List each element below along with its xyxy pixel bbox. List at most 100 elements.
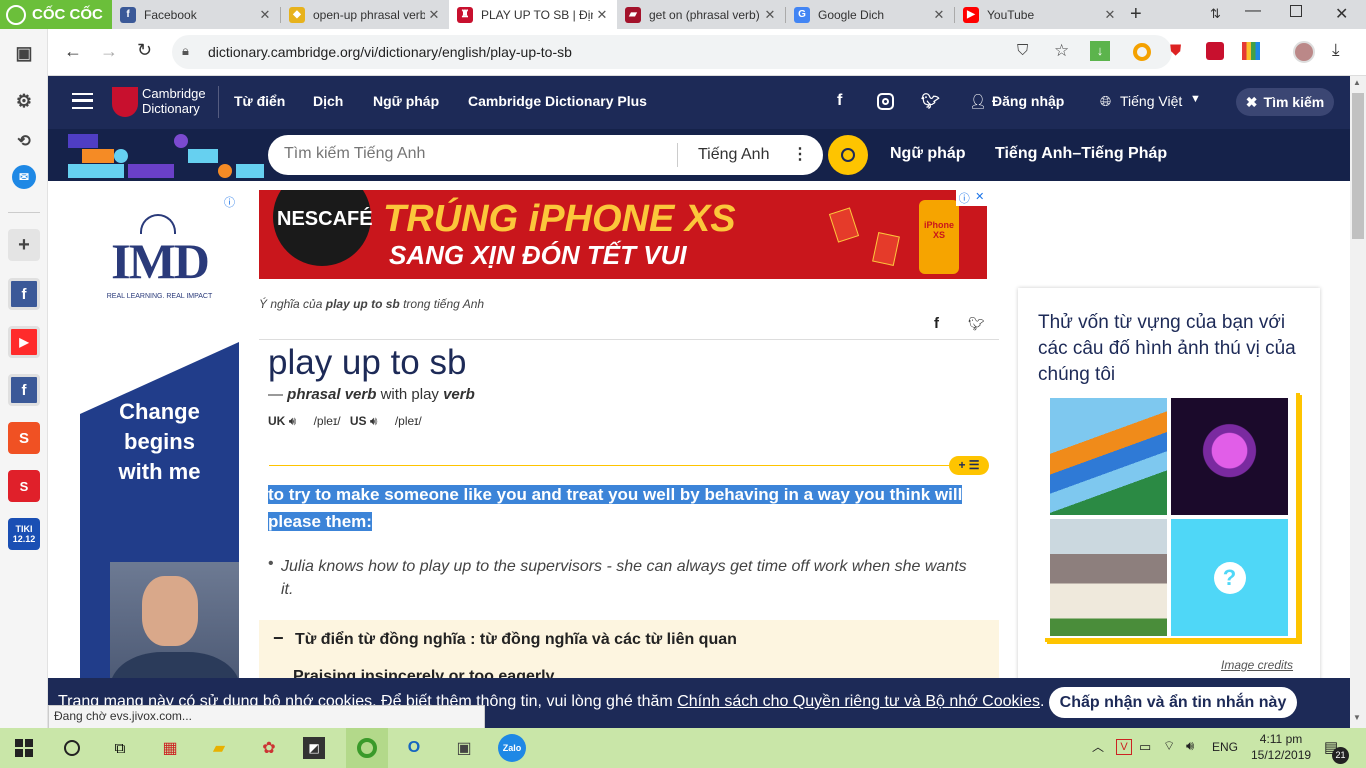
back-icon[interactable]: ←	[64, 41, 82, 62]
volume-icon[interactable]: 🔊︎	[1186, 738, 1194, 754]
close-tab-icon[interactable]: ✕	[1101, 7, 1119, 23]
file-explorer-icon[interactable]: ▰	[205, 734, 233, 762]
battery-icon[interactable]: ▭	[1139, 739, 1151, 755]
cookie-policy-link[interactable]: Chính sách cho Quyền riêng tư và Bộ nhớ …	[677, 693, 1040, 710]
download-icon[interactable]: ⤓	[1332, 40, 1340, 60]
scroll-up-icon[interactable]: ▲	[1353, 78, 1361, 87]
login-link[interactable]: Đăng nhập	[992, 93, 1064, 109]
search-toggle-button[interactable]: ✖ Tìm kiếm	[1236, 88, 1334, 116]
tiki-icon[interactable]: TIKI 12.12	[8, 518, 40, 550]
windows-start-icon[interactable]	[10, 734, 38, 762]
extension-color-icon[interactable]	[1242, 42, 1260, 60]
search-language-select[interactable]: Tiếng Anh	[698, 146, 769, 164]
scroll-thumb[interactable]	[1352, 93, 1364, 239]
close-tab-icon[interactable]: ✕	[761, 7, 779, 23]
forward-icon[interactable]: →	[100, 41, 118, 62]
download-video-icon[interactable]: ↓	[1090, 41, 1110, 61]
search-icon[interactable]	[58, 734, 86, 762]
quiz-image-playhouse[interactable]	[1050, 519, 1167, 636]
quick-link-english-french[interactable]: Tiếng Anh–Tiếng Pháp	[995, 145, 1167, 163]
facebook-shortcut-icon[interactable]: f	[8, 374, 40, 406]
youtube-shortcut-icon[interactable]: ▶	[8, 326, 40, 358]
quiz-image-mystery[interactable]: ?	[1171, 519, 1288, 636]
network-icon[interactable]: ⌔	[1163, 738, 1175, 754]
coccoc-menu-button[interactable]: CỐC CỐC	[0, 0, 112, 29]
maximize-icon[interactable]	[1290, 5, 1302, 17]
top-ad-banner[interactable]: NESCAFÉ TRÚNG iPHONE XS SANG XỊN ĐÓN TẾT…	[259, 190, 987, 279]
zalo-icon[interactable]: Zalo	[498, 734, 526, 762]
coccoc-taskbar-icon[interactable]	[346, 728, 388, 768]
twitter-icon[interactable]: 🐦︎	[921, 92, 940, 110]
quiz-image-waterslide[interactable]	[1050, 398, 1167, 515]
outlook-icon[interactable]: O	[400, 734, 428, 762]
thesaurus-title[interactable]: Từ điển từ đồng nghĩa : từ đồng nghĩa và…	[295, 631, 737, 649]
nav-grammar[interactable]: Ngữ pháp	[373, 93, 439, 109]
page-scrollbar[interactable]: ▲ ▼	[1350, 76, 1366, 738]
extension-red-icon[interactable]	[1206, 42, 1224, 60]
messenger-icon[interactable]: ✉	[12, 165, 36, 189]
close-window-icon[interactable]: ✕	[1335, 4, 1348, 24]
nav-translate[interactable]: Dịch	[313, 93, 343, 109]
shopee-icon[interactable]: S	[8, 422, 40, 454]
tab-google-dich[interactable]: G Google Dich ✕	[786, 0, 954, 29]
settings-icon[interactable]: ⚙	[8, 85, 40, 117]
quiz-image-ferris-wheel[interactable]	[1171, 398, 1288, 515]
tab-open-up[interactable]: ◆ open-up phrasal verb ✕	[281, 0, 449, 29]
ad-choices[interactable]: ⓘ ✕	[956, 190, 987, 206]
more-options-icon[interactable]: ⋮	[792, 144, 808, 164]
image-credits-link[interactable]: Image credits	[1221, 658, 1293, 672]
nav-plus[interactable]: Cambridge Dictionary Plus	[468, 93, 647, 109]
quick-link-grammar[interactable]: Ngữ pháp	[890, 145, 966, 163]
app-gear-icon[interactable]: ▣	[450, 734, 478, 762]
close-tab-icon[interactable]: ✕	[256, 7, 274, 23]
tab-play-up-to-sb[interactable]: ♜ PLAY UP TO SB | Định ✕	[449, 0, 617, 29]
ad-info-icon[interactable]: ⓘ	[959, 190, 970, 206]
add-to-wordlist-button[interactable]: + ☰	[949, 456, 989, 475]
instagram-icon[interactable]	[877, 93, 894, 110]
ad-close-icon[interactable]: ✕	[975, 190, 984, 206]
coccoc-extension-icon[interactable]	[1133, 43, 1151, 61]
bookmark-star-icon[interactable]: ☆	[1054, 41, 1069, 61]
accept-cookies-button[interactable]: Chấp nhận và ẩn tin nhắn này	[1049, 687, 1297, 718]
hamburger-menu-icon[interactable]	[72, 93, 93, 109]
ad-info-icon[interactable]: ⓘ	[224, 194, 235, 210]
tab-get-on[interactable]: ▰ get on (phrasal verb) ✕	[617, 0, 785, 29]
clock[interactable]: 4:11 pm 15/12/2019	[1251, 731, 1311, 763]
share-facebook-icon[interactable]: f	[934, 315, 939, 332]
sidebar-toggle-icon[interactable]: ▣	[8, 37, 40, 69]
tray-chevron-icon[interactable]: ︿	[1092, 738, 1104, 755]
search-input[interactable]	[284, 145, 664, 163]
app-presentation-icon[interactable]: ▦	[156, 734, 184, 762]
minimize-icon[interactable]: —	[1245, 2, 1261, 20]
close-tab-icon[interactable]: ✕	[425, 7, 443, 23]
tab-facebook[interactable]: f Facebook ✕	[112, 0, 280, 29]
facebook-shortcut-icon[interactable]: f	[8, 278, 40, 310]
speaker-uk-icon[interactable]: 🔊︎	[289, 414, 297, 428]
shield-icon[interactable]: ⛉	[1017, 42, 1028, 59]
site-logo[interactable]: Cambridge Dictionary	[142, 86, 206, 116]
reload-icon[interactable]: ↻	[137, 40, 152, 61]
speaker-us-icon[interactable]: 🔊︎	[370, 414, 378, 428]
add-shortcut-icon[interactable]: +	[8, 229, 40, 261]
chevron-down-icon[interactable]: ▼	[1190, 93, 1201, 105]
search-submit-button[interactable]	[828, 135, 868, 175]
adblock-icon[interactable]: ⛊	[1170, 42, 1181, 59]
share-twitter-icon[interactable]: 🐦︎	[968, 316, 985, 332]
unikey-icon[interactable]: V	[1116, 739, 1132, 755]
sendo-icon[interactable]: S	[8, 470, 40, 502]
new-tab-icon[interactable]: +	[1130, 3, 1142, 26]
tab-search-icon[interactable]: ⇅	[1210, 6, 1221, 22]
task-view-icon[interactable]: ⧉	[106, 734, 134, 762]
collapse-icon[interactable]: −	[273, 628, 284, 649]
image-quiz-card[interactable]: Thử vốn từ vựng của bạn với các câu đố h…	[1018, 288, 1320, 738]
close-tab-icon[interactable]: ✕	[593, 7, 611, 23]
left-ad-imd[interactable]: ⓘ IMD REAL LEARNING. REAL IMPACT Change …	[80, 192, 239, 738]
language-selector[interactable]: Tiếng Việt	[1120, 93, 1182, 109]
input-language[interactable]: ENG	[1212, 740, 1238, 754]
app-dark-icon[interactable]: ◩	[303, 737, 325, 759]
tab-youtube[interactable]: ▶ YouTube ✕	[955, 0, 1125, 29]
address-bar[interactable]: 🔒︎ dictionary.cambridge.org/vi/dictionar…	[172, 35, 1172, 69]
app-flower-icon[interactable]: ✿	[255, 734, 283, 762]
cambridge-crest-icon[interactable]	[112, 87, 138, 117]
nav-dictionary[interactable]: Từ điển	[234, 93, 285, 109]
